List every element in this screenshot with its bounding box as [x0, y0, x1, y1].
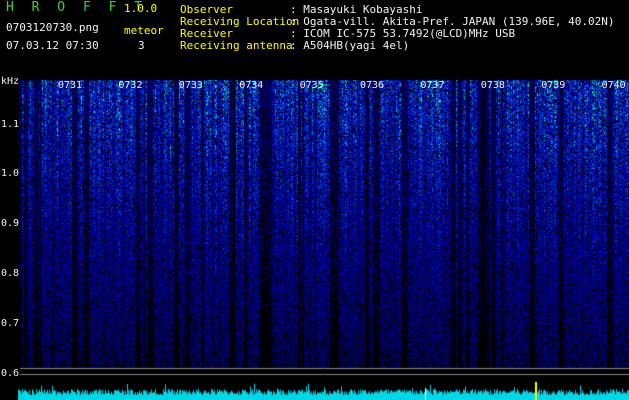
- y-tick-label: 0.6: [1, 368, 20, 379]
- x-tick-label: 0738: [480, 80, 505, 91]
- y-tick-label: 0.9: [1, 218, 20, 229]
- meteor-count: 3: [138, 39, 145, 52]
- x-tick-label: 0736: [360, 80, 385, 91]
- file-name: 0703120730.png: [6, 21, 99, 34]
- x-tick-label: 0737: [420, 80, 445, 91]
- datetime: 07.03.12 07:30: [6, 39, 99, 52]
- x-tick-label: 0734: [239, 80, 264, 91]
- x-tick-label: 0735: [299, 80, 324, 91]
- y-tick-label: 0.8: [1, 268, 20, 279]
- antenna-label: Receiving antenna: [180, 39, 293, 52]
- y-tick-label: 0.7: [1, 318, 20, 329]
- meteor-label: meteor: [124, 24, 164, 37]
- x-tick-label: 0731: [58, 80, 83, 91]
- x-tick-label: 0740: [601, 80, 626, 91]
- antenna-value: : A504HB(yagi 4el): [290, 39, 410, 52]
- spectrogram: [0, 76, 629, 400]
- app-version: 1.0.0: [124, 2, 158, 15]
- header-panel: H R O F F T 1.0.0 0703120730.png meteor …: [0, 0, 629, 76]
- y-unit-label: kHz: [1, 76, 20, 87]
- y-tick-label: 1.1: [1, 119, 20, 130]
- x-tick-label: 0732: [118, 80, 143, 91]
- x-tick-label: 0733: [178, 80, 203, 91]
- y-tick-label: 1.0: [1, 168, 20, 179]
- x-tick-label: 0739: [541, 80, 566, 91]
